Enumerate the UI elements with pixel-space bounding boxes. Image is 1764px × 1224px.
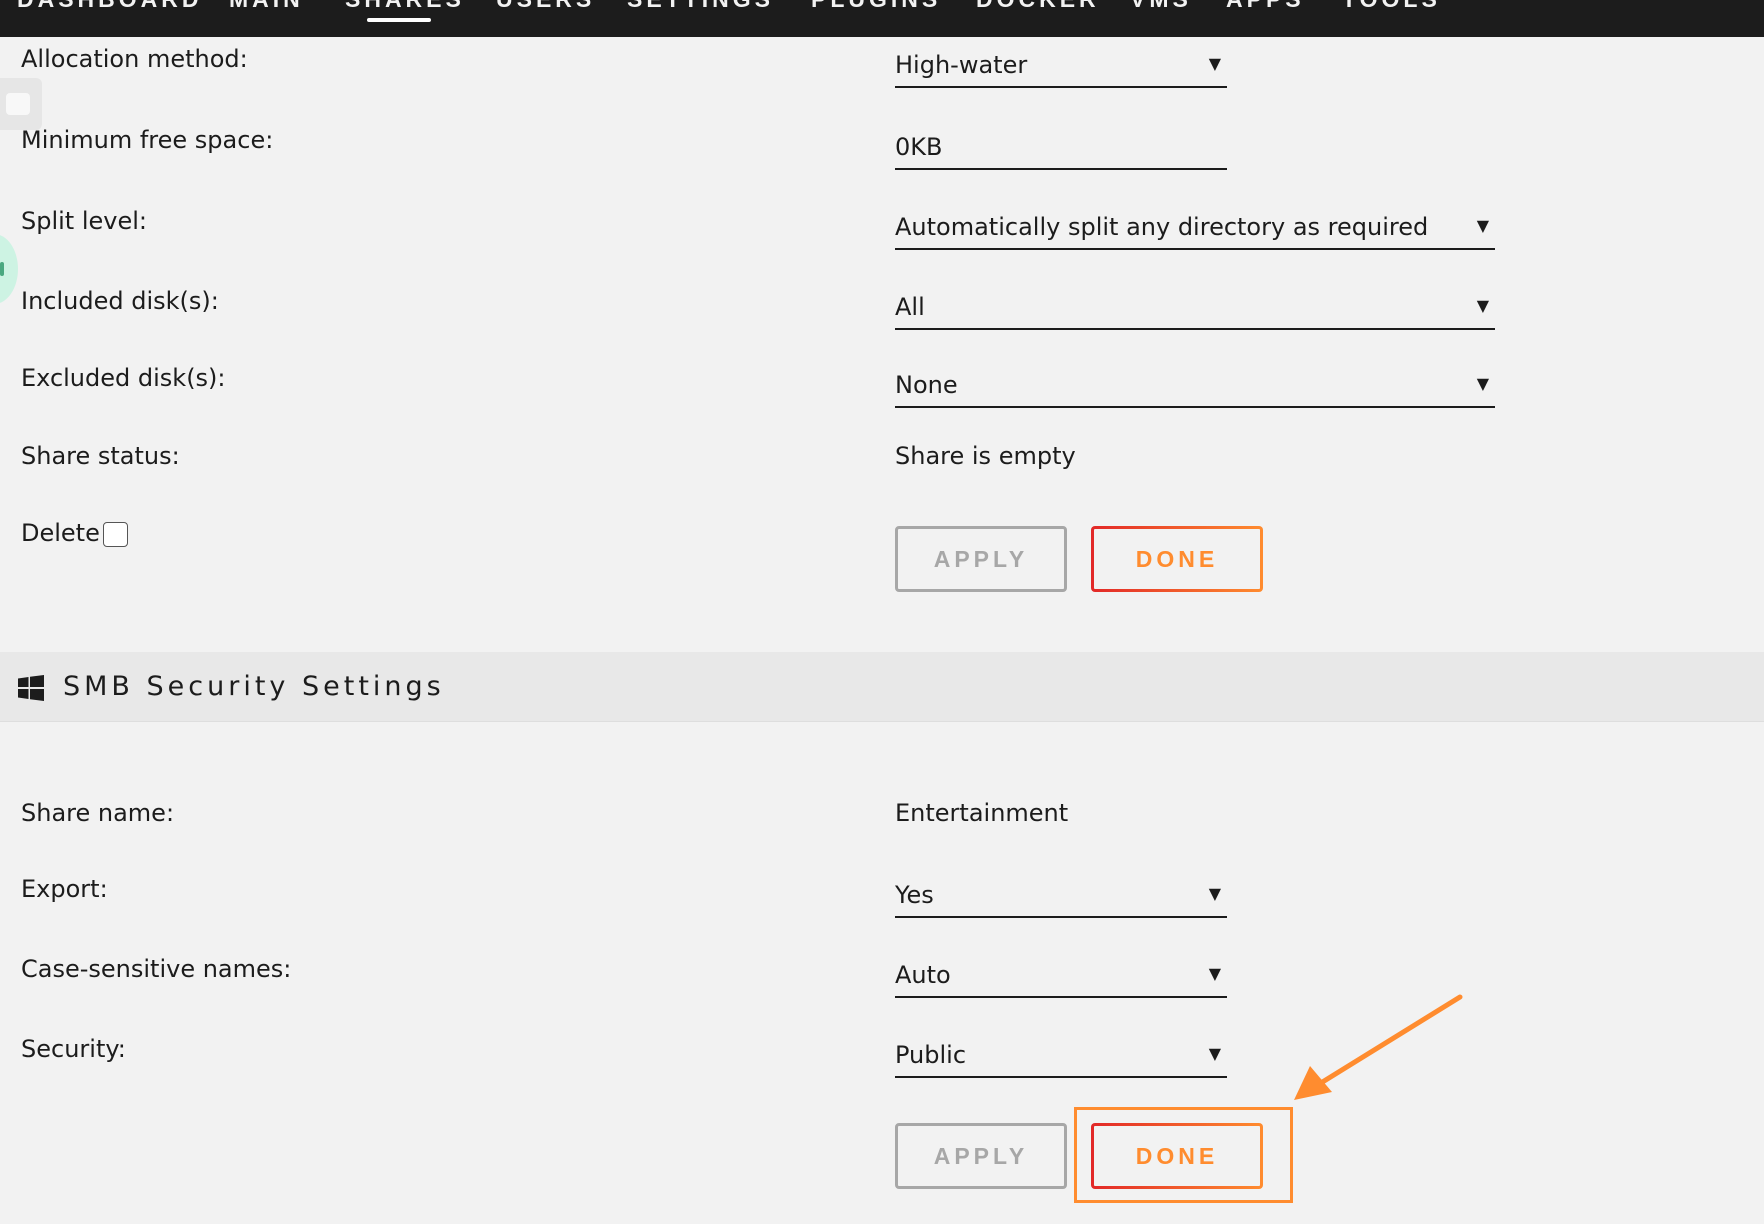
included-disks-value: All [895, 293, 925, 321]
security-select[interactable]: Public ▼ [895, 1036, 1227, 1078]
export-value: Yes [895, 881, 934, 909]
caret-down-icon: ▼ [1476, 374, 1489, 393]
excluded-disks-label: Excluded disk(s): [21, 364, 226, 392]
caret-down-icon: ▼ [1208, 884, 1221, 903]
export-label: Export: [21, 875, 108, 903]
nav-item-users[interactable]: USERS [496, 0, 595, 14]
caret-down-icon: ▼ [1208, 54, 1221, 73]
nav-item-shares[interactable]: SHARES [345, 0, 465, 14]
nav-item-plugins[interactable]: PLUGINS [811, 0, 941, 14]
nav-item-dashboard[interactable]: DASHBOARD [17, 0, 203, 14]
case-sensitive-label: Case-sensitive names: [21, 955, 292, 983]
smb-section-title: SMB Security Settings [63, 671, 445, 702]
included-disks-select[interactable]: All ▼ [895, 288, 1495, 330]
included-disks-label: Included disk(s): [21, 287, 219, 315]
allocation-method-select[interactable]: High-water ▼ [895, 46, 1227, 88]
highlight-box [1074, 1107, 1293, 1203]
done-button[interactable]: DONE [1091, 526, 1263, 592]
share-name-label: Share name: [21, 799, 175, 827]
nav-item-tools[interactable]: TOOLS [1342, 0, 1441, 14]
allocation-method-label: Allocation method: [21, 45, 248, 73]
allocation-method-value: High-water [895, 51, 1028, 79]
caret-down-icon: ▼ [1208, 1044, 1221, 1063]
minimum-free-space-label: Minimum free space: [21, 126, 274, 154]
nav-item-docker[interactable]: DOCKER [976, 0, 1100, 14]
case-sensitive-value: Auto [895, 961, 951, 989]
side-toggle-icon [6, 93, 30, 115]
caret-down-icon: ▼ [1208, 964, 1221, 983]
minimum-free-space-input[interactable]: 0KB [895, 128, 1227, 170]
case-sensitive-select[interactable]: Auto ▼ [895, 956, 1227, 998]
nav-active-indicator [367, 18, 431, 22]
split-level-select[interactable]: Automatically split any directory as req… [895, 208, 1495, 250]
top-nav: DASHBOARD MAIN SHARES USERS SETTINGS PLU… [0, 0, 1764, 37]
caret-down-icon: ▼ [1476, 216, 1489, 235]
side-status-icon [0, 262, 4, 276]
delete-checkbox[interactable] [103, 522, 128, 547]
apply-button[interactable]: APPLY [895, 526, 1067, 592]
split-level-value: Automatically split any directory as req… [895, 213, 1429, 241]
nav-item-apps[interactable]: APPS [1226, 0, 1305, 14]
delete-label: Delete [21, 519, 100, 547]
arrow-icon [1294, 994, 1463, 1100]
nav-item-vms[interactable]: VMS [1130, 0, 1192, 14]
split-level-label: Split level: [21, 207, 147, 235]
share-name-value: Entertainment [895, 799, 1069, 827]
share-status-value: Share is empty [895, 442, 1076, 470]
export-select[interactable]: Yes ▼ [895, 876, 1227, 918]
minimum-free-space-value: 0KB [895, 133, 943, 161]
share-status-label: Share status: [21, 442, 180, 470]
windows-icon [18, 675, 44, 701]
caret-down-icon: ▼ [1476, 296, 1489, 315]
excluded-disks-select[interactable]: None ▼ [895, 366, 1495, 408]
excluded-disks-value: None [895, 371, 958, 399]
security-label: Security: [21, 1035, 126, 1063]
smb-apply-button[interactable]: APPLY [895, 1123, 1067, 1189]
nav-item-main[interactable]: MAIN [229, 0, 304, 14]
nav-item-settings[interactable]: SETTINGS [627, 0, 774, 14]
security-value: Public [895, 1041, 967, 1069]
